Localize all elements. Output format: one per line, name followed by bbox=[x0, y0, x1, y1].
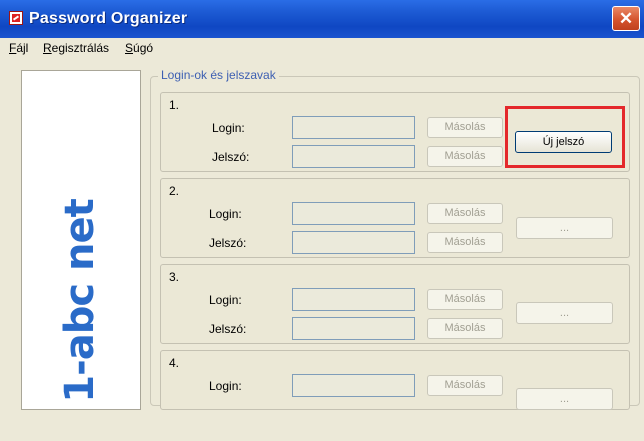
logo-text: 1-abc net bbox=[57, 199, 103, 403]
generate-password-button[interactable]: ... bbox=[516, 217, 613, 239]
entry-number: 1. bbox=[169, 98, 180, 112]
menu-registration[interactable]: Regisztrálás bbox=[43, 41, 109, 55]
close-button[interactable]: ✕ bbox=[612, 6, 640, 31]
group-title: Login-ok és jelszavak bbox=[158, 68, 279, 82]
highlight-box bbox=[505, 106, 625, 168]
login-label: Login: bbox=[209, 293, 242, 307]
password-field[interactable] bbox=[292, 231, 415, 254]
entry-number: 4. bbox=[169, 356, 180, 370]
login-label: Login: bbox=[209, 379, 242, 393]
copy-login-button[interactable]: Másolás bbox=[427, 117, 503, 138]
password-label: Jelszó: bbox=[209, 322, 247, 336]
login-field[interactable] bbox=[292, 288, 415, 311]
login-field[interactable] bbox=[292, 202, 415, 225]
generate-password-button[interactable]: ... bbox=[516, 388, 613, 410]
login-field[interactable] bbox=[292, 374, 415, 397]
window-title: Password Organizer bbox=[29, 10, 188, 27]
title-bar[interactable]: Password Organizer ✕ bbox=[0, 0, 644, 38]
password-field[interactable] bbox=[292, 317, 415, 340]
generate-password-button[interactable]: ... bbox=[516, 302, 613, 324]
password-organizer-window: Password Organizer ✕ Fájl Regisztrálás S… bbox=[0, 0, 644, 410]
menu-help[interactable]: Súgó bbox=[125, 41, 153, 55]
copy-login-button[interactable]: Másolás bbox=[427, 289, 503, 310]
entry-number: 3. bbox=[169, 270, 180, 284]
menu-file[interactable]: Fájl bbox=[9, 41, 28, 55]
copy-login-button[interactable]: Másolás bbox=[427, 375, 503, 396]
password-field[interactable] bbox=[292, 145, 415, 168]
password-label: Jelszó: bbox=[209, 236, 247, 250]
login-label: Login: bbox=[212, 121, 245, 135]
copy-password-button[interactable]: Másolás bbox=[427, 146, 503, 167]
copy-login-button[interactable]: Másolás bbox=[427, 203, 503, 224]
login-field[interactable] bbox=[292, 116, 415, 139]
app-icon bbox=[9, 11, 23, 25]
brand-logo: 1-abc net bbox=[30, 191, 130, 441]
entry-number: 2. bbox=[169, 184, 180, 198]
copy-password-button[interactable]: Másolás bbox=[427, 318, 503, 339]
logo-panel: 1-abc net bbox=[21, 70, 141, 410]
password-label: Jelszó: bbox=[212, 150, 250, 164]
login-label: Login: bbox=[209, 207, 242, 221]
copy-password-button[interactable]: Másolás bbox=[427, 232, 503, 253]
menu-bar: Fájl Regisztrálás Súgó bbox=[0, 38, 644, 59]
